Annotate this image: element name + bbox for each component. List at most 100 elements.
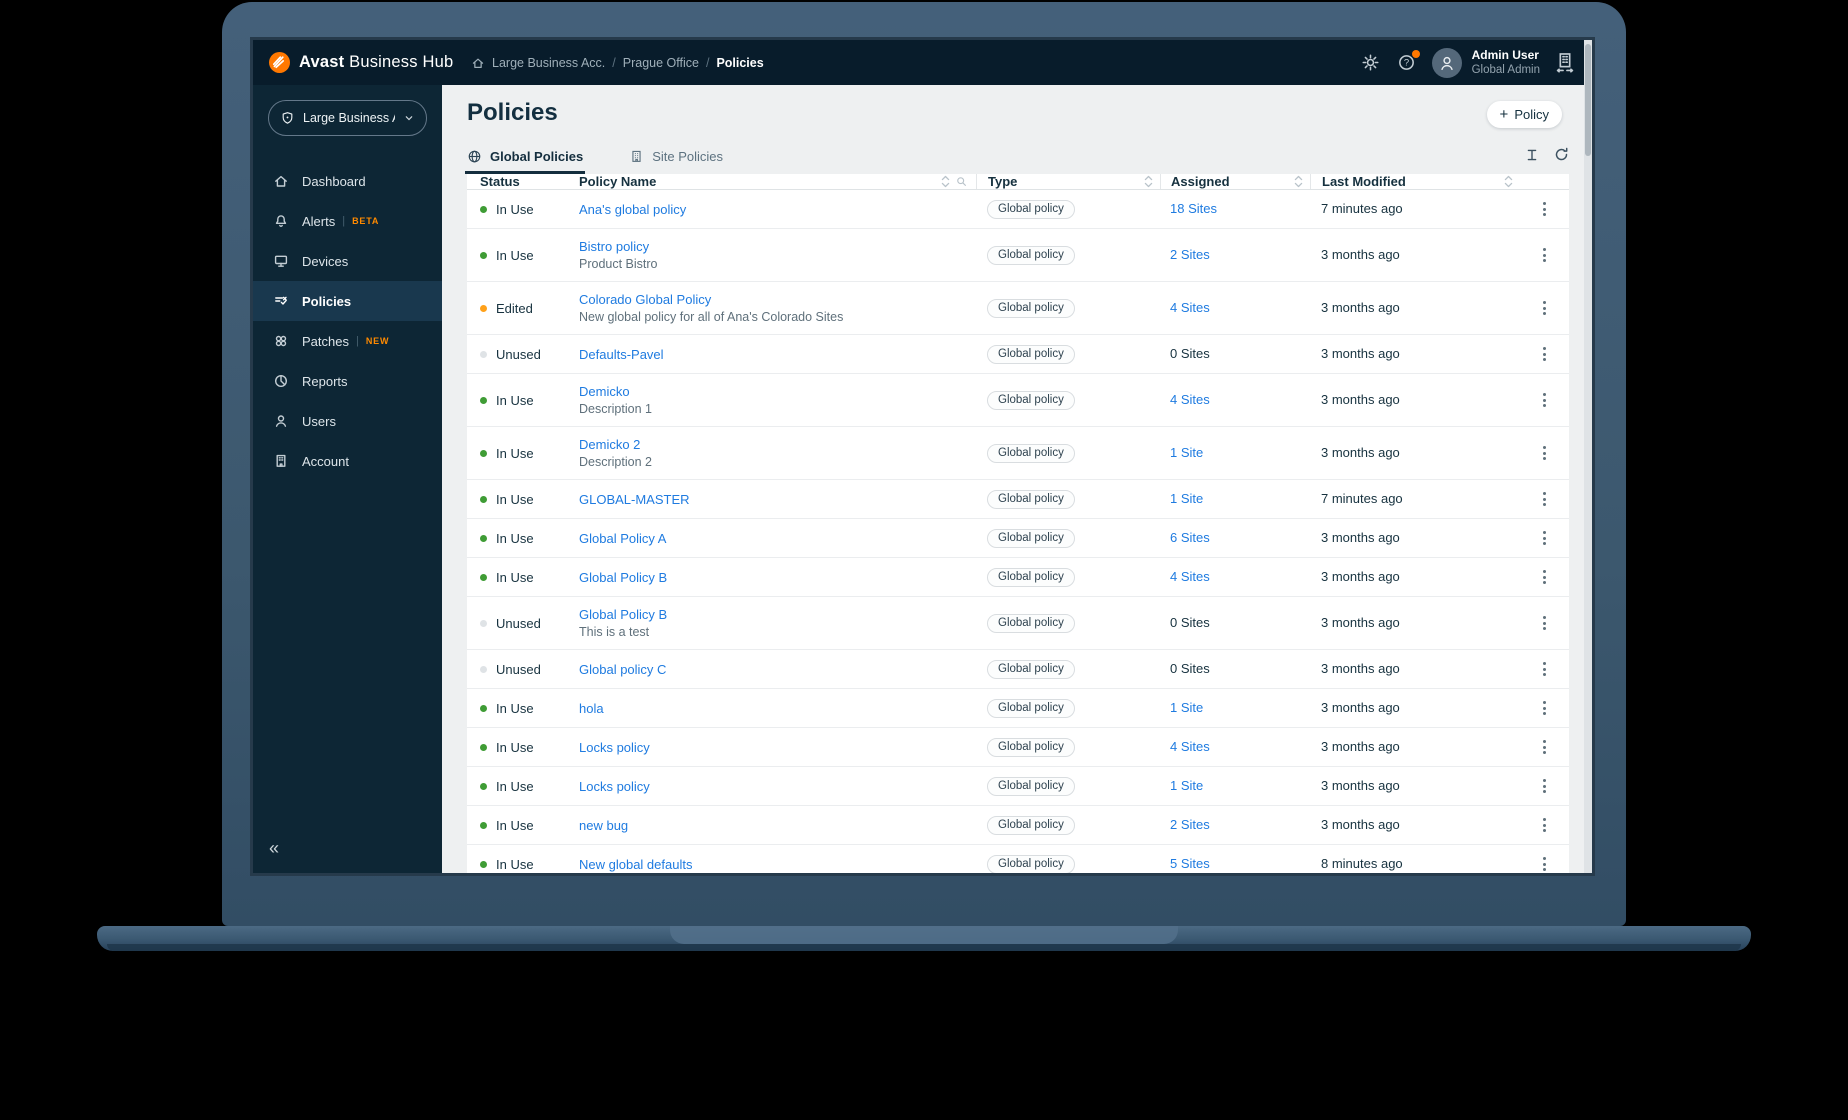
tab-global-policies[interactable]: Global Policies	[464, 138, 586, 174]
account-selector[interactable]: Large Business Acc.	[268, 100, 427, 136]
breadcrumb-site[interactable]: Prague Office	[623, 56, 699, 70]
sort-icon[interactable]	[1504, 175, 1513, 188]
column-header-type[interactable]: Type	[976, 174, 1160, 189]
status-dot	[480, 704, 487, 712]
policy-name-link[interactable]: Colorado Global Policy	[579, 292, 711, 307]
column-label: Last Modified	[1322, 174, 1406, 189]
row-menu-button[interactable]	[1539, 814, 1550, 836]
status-dot	[480, 304, 487, 312]
avatar[interactable]	[1431, 47, 1462, 78]
sidebar-item-users[interactable]: Users	[253, 401, 442, 441]
row-menu-button[interactable]	[1539, 736, 1550, 758]
help-button[interactable]: ?	[1396, 49, 1420, 74]
policy-name-link[interactable]: Defaults-Pavel	[579, 347, 664, 362]
row-menu-button[interactable]	[1539, 244, 1550, 266]
column-header-status[interactable]: Status	[467, 174, 571, 189]
row-menu-button[interactable]	[1539, 488, 1550, 510]
assigned-sites[interactable]: 4 Sites	[1170, 739, 1210, 754]
policy-name-link[interactable]: Global policy C	[579, 662, 666, 677]
settings-button[interactable]	[1360, 52, 1382, 74]
assigned-sites[interactable]: 1 Site	[1170, 445, 1203, 460]
search-icon[interactable]	[955, 175, 968, 188]
status-label: In Use	[496, 569, 534, 585]
main-content: Policies + Policy Global Policies Site P…	[442, 85, 1584, 873]
table-row: In Use Bistro policy Product Bistro Glob…	[467, 228, 1569, 281]
row-menu-button[interactable]	[1539, 612, 1550, 634]
sidebar-item-patches[interactable]: Patches | NEW	[253, 321, 442, 361]
user-info[interactable]: Admin User Global Admin	[1472, 48, 1540, 77]
sidebar-item-alerts[interactable]: Alerts | BETA	[253, 201, 442, 241]
policy-name-link[interactable]: New global defaults	[579, 857, 692, 872]
breadcrumb-account[interactable]: Large Business Acc.	[492, 56, 605, 70]
breadcrumb-separator: /	[612, 55, 616, 70]
sidebar-item-label: Account	[302, 453, 349, 469]
scrollbar-thumb[interactable]	[1585, 44, 1591, 156]
app-screen: Avast Business Hub Large Business Acc. /…	[253, 40, 1592, 873]
status-dot	[480, 665, 487, 673]
assigned-sites[interactable]: 4 Sites	[1170, 300, 1210, 315]
row-menu-button[interactable]	[1539, 442, 1550, 464]
assigned-sites[interactable]: 4 Sites	[1170, 569, 1210, 584]
assigned-sites[interactable]: 2 Sites	[1170, 817, 1210, 832]
policies-icon	[275, 296, 287, 305]
page-title: Policies	[467, 99, 558, 126]
row-menu-button[interactable]	[1539, 658, 1550, 680]
row-menu-button[interactable]	[1539, 775, 1550, 797]
tab-site-policies[interactable]: Site Policies	[629, 138, 723, 174]
assigned-sites[interactable]: 1 Site	[1170, 778, 1203, 793]
row-menu-button[interactable]	[1539, 697, 1550, 719]
sidebar-collapse-button[interactable]: «	[269, 838, 279, 859]
sort-icon[interactable]	[1144, 175, 1153, 188]
status-dot	[480, 205, 487, 213]
policy-name-link[interactable]: new bug	[579, 818, 628, 833]
sidebar-item-reports[interactable]: Reports	[253, 361, 442, 401]
sidebar-item-policies[interactable]: Policies	[253, 281, 442, 321]
patches-icon	[275, 335, 287, 347]
status-label: In Use	[496, 201, 534, 217]
column-label: Type	[988, 174, 1018, 189]
assigned-sites[interactable]: 4 Sites	[1170, 392, 1210, 407]
policy-name-link[interactable]: Demicko 2	[579, 437, 640, 452]
home-icon[interactable]	[471, 56, 485, 70]
console-switcher-button[interactable]	[1554, 52, 1576, 74]
assigned-sites[interactable]: 1 Site	[1170, 491, 1203, 506]
refresh-icon[interactable]	[1553, 146, 1570, 163]
assigned-sites[interactable]: 1 Site	[1170, 700, 1203, 715]
policy-name-link[interactable]: Demicko	[579, 384, 630, 399]
policy-name-link[interactable]: Locks policy	[579, 740, 650, 755]
sidebar-item-devices[interactable]: Devices	[253, 241, 442, 281]
column-header-assigned[interactable]: Assigned	[1160, 174, 1310, 189]
row-menu-button[interactable]	[1539, 343, 1550, 365]
assigned-sites[interactable]: 5 Sites	[1170, 856, 1210, 871]
policy-name-link[interactable]: Bistro policy	[579, 239, 649, 254]
column-ibeam-icon[interactable]	[1524, 147, 1540, 163]
row-menu-button[interactable]	[1539, 389, 1550, 411]
add-policy-button[interactable]: + Policy	[1486, 101, 1562, 128]
policy-name-link[interactable]: Global Policy A	[579, 531, 666, 546]
policy-name-link[interactable]: Locks policy	[579, 779, 650, 794]
policy-name-link[interactable]: hola	[579, 701, 604, 716]
sidebar-item-account[interactable]: Account	[253, 441, 442, 481]
table-row: Edited Colorado Global Policy New global…	[467, 281, 1569, 334]
row-menu-button[interactable]	[1539, 853, 1550, 873]
row-menu-button[interactable]	[1539, 297, 1550, 319]
policy-name-link[interactable]: Global Policy B	[579, 607, 667, 622]
sidebar-item-dashboard[interactable]: Dashboard	[253, 161, 442, 201]
assigned-sites[interactable]: 2 Sites	[1170, 247, 1210, 262]
status-dot	[480, 350, 487, 358]
row-menu-button[interactable]	[1539, 566, 1550, 588]
column-header-last-modified[interactable]: Last Modified	[1310, 174, 1520, 189]
sort-icon[interactable]	[941, 175, 950, 188]
row-menu-button[interactable]	[1539, 198, 1550, 220]
row-menu-button[interactable]	[1539, 527, 1550, 549]
home-icon	[275, 175, 287, 187]
policy-name-link[interactable]: Global Policy B	[579, 570, 667, 585]
assigned-sites[interactable]: 6 Sites	[1170, 530, 1210, 545]
sort-icon[interactable]	[1294, 175, 1303, 188]
policy-name-link[interactable]: GLOBAL-MASTER	[579, 492, 690, 507]
assigned-sites[interactable]: 18 Sites	[1170, 201, 1217, 216]
sidebar-item-label: Reports	[302, 373, 348, 389]
scrollbar-track[interactable]	[1584, 40, 1592, 873]
column-header-policy-name[interactable]: Policy Name	[571, 174, 976, 189]
policy-name-link[interactable]: Ana's global policy	[579, 202, 686, 217]
